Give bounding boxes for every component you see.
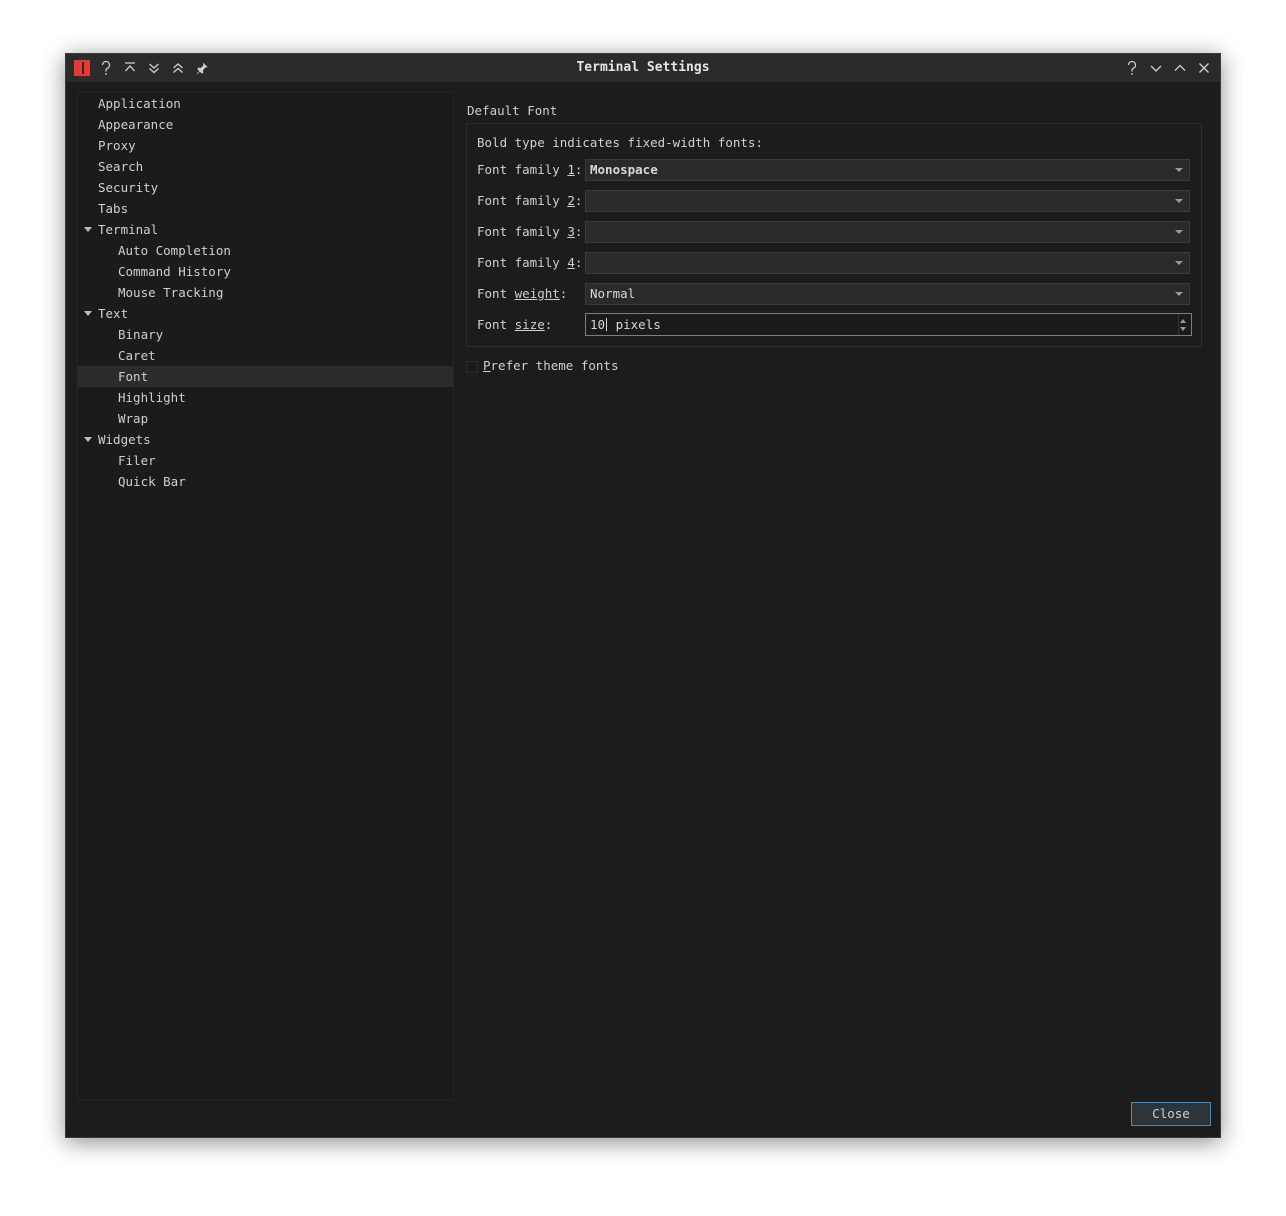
chevron-down-icon — [1175, 261, 1183, 265]
tree-item-wrap[interactable]: Wrap — [78, 408, 453, 429]
tree-item-label: Binary — [118, 327, 164, 342]
tree-item-highlight[interactable]: Highlight — [78, 387, 453, 408]
tree-item-label: Text — [98, 306, 129, 321]
font-weight-label: Font weight: — [477, 286, 568, 301]
chevron-down-icon — [1175, 230, 1183, 234]
font-family-4-combo[interactable] — [585, 252, 1190, 274]
tree-item-label: Terminal — [98, 222, 159, 237]
maximize-icon[interactable] — [1170, 58, 1190, 78]
font-size-label: Font size: — [477, 317, 553, 332]
font-family-1-value: Monospace — [590, 162, 658, 177]
tree-item-label: Mouse Tracking — [118, 285, 224, 300]
tree-item-mouse-tracking[interactable]: Mouse Tracking — [78, 282, 453, 303]
font-family-1-combo[interactable]: Monospace — [585, 159, 1190, 181]
tree-item-search[interactable]: Search — [78, 156, 453, 177]
tree-item-appearance[interactable]: Appearance — [78, 114, 453, 135]
tree-item-widgets[interactable]: Widgets — [78, 429, 453, 450]
font-family-2-label: Font family 2: — [477, 193, 583, 208]
font-weight-value: Normal — [590, 286, 636, 301]
font-family-3-label: Font family 3: — [477, 224, 583, 239]
font-size-suffix: pixels — [608, 317, 661, 332]
tree-item-font[interactable]: Font — [78, 366, 453, 387]
tree-item-label: Highlight — [118, 390, 186, 405]
text-cursor — [606, 318, 608, 331]
expand-arrow-icon[interactable] — [84, 437, 92, 442]
spin-down-icon[interactable] — [1180, 327, 1186, 331]
prefer-theme-fonts-checkbox[interactable] — [466, 361, 478, 373]
tree-item-label: Auto Completion — [118, 243, 231, 258]
tree-item-label: Security — [98, 180, 159, 195]
tree-item-label: Application — [98, 96, 181, 111]
title-bar: Terminal Settings — [66, 54, 1220, 83]
font-settings-panel: Default Font Bold type indicates fixed-w… — [466, 92, 1206, 1102]
tree-item-terminal[interactable]: Terminal — [78, 219, 453, 240]
tree-item-label: Appearance — [98, 117, 174, 132]
tree-item-quick-bar[interactable]: Quick Bar — [78, 471, 453, 492]
chevron-down-icon — [1175, 168, 1183, 172]
settings-dialog: Terminal Settings Application Appearance… — [65, 53, 1221, 1138]
font-size-spinbox[interactable]: 10 pixels — [585, 313, 1192, 336]
font-family-4-label: Font family 4: — [477, 255, 583, 270]
tree-item-label: Proxy — [98, 138, 136, 153]
tree-item-tabs[interactable]: Tabs — [78, 198, 453, 219]
tree-item-label: Caret — [118, 348, 156, 363]
tree-item-application[interactable]: Application — [78, 93, 453, 114]
font-family-2-combo[interactable] — [585, 190, 1190, 212]
close-button[interactable]: Close — [1131, 1102, 1211, 1126]
tree-item-binary[interactable]: Binary — [78, 324, 453, 345]
tree-item-label: Wrap — [118, 411, 149, 426]
tree-item-security[interactable]: Security — [78, 177, 453, 198]
tree-item-label: Quick Bar — [118, 474, 186, 489]
window-title: Terminal Settings — [576, 60, 710, 75]
tree-item-label: Search — [98, 159, 144, 174]
tree-item-text[interactable]: Text — [78, 303, 453, 324]
tree-item-label: Font — [118, 369, 149, 384]
tree-item-auto-completion[interactable]: Auto Completion — [78, 240, 453, 261]
font-family-1-label: Font family 1: — [477, 162, 583, 177]
tree-item-proxy[interactable]: Proxy — [78, 135, 453, 156]
font-family-3-combo[interactable] — [585, 221, 1190, 243]
default-font-group: Bold type indicates fixed-width fonts: F… — [466, 123, 1202, 347]
expand-arrow-icon[interactable] — [84, 311, 92, 316]
fixed-width-note: Bold type indicates fixed-width fonts: — [477, 135, 763, 150]
tree-item-label: Tabs — [98, 201, 129, 216]
font-weight-combo[interactable]: Normal — [585, 283, 1190, 305]
expand-arrow-icon[interactable] — [84, 227, 92, 232]
settings-tree[interactable]: Application Appearance Proxy Search Secu… — [77, 92, 454, 1100]
tree-item-command-history[interactable]: Command History — [78, 261, 453, 282]
tree-item-label: Filer — [118, 453, 156, 468]
close-icon[interactable] — [1194, 58, 1214, 78]
group-title: Default Font — [467, 103, 558, 118]
tree-item-label: Command History — [118, 264, 231, 279]
chevron-down-icon — [1175, 199, 1183, 203]
help-icon[interactable] — [1122, 58, 1142, 78]
tree-item-filer[interactable]: Filer — [78, 450, 453, 471]
chevron-down-icon — [1175, 292, 1183, 296]
prefer-theme-fonts-label[interactable]: Prefer theme fonts — [483, 358, 618, 373]
font-size-value: 10 — [590, 317, 606, 332]
minimize-icon[interactable] — [1146, 58, 1166, 78]
tree-item-label: Widgets — [98, 432, 151, 447]
tree-item-caret[interactable]: Caret — [78, 345, 453, 366]
spin-up-icon[interactable] — [1180, 319, 1186, 323]
